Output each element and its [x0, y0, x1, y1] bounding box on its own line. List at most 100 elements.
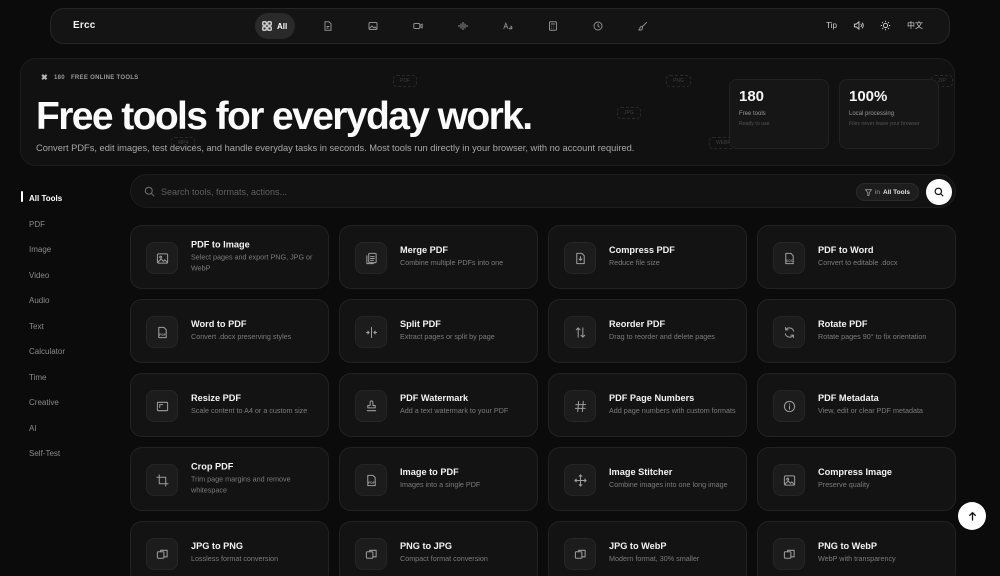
sidebar-item-text[interactable]: Text	[20, 314, 110, 340]
sidebar-item-all-tools[interactable]: All Tools	[20, 186, 110, 212]
tool-card[interactable]: Split PDF Extract pages or split by page	[339, 299, 538, 363]
filter-value: All Tools	[883, 188, 910, 196]
stat-note: Ready to use	[739, 121, 770, 127]
sidebar-item-image[interactable]: Image	[20, 237, 110, 263]
sidebar-item-creative[interactable]: Creative	[20, 390, 110, 416]
tool-card[interactable]: PDF Page Numbers Add page numbers with cu…	[548, 373, 747, 437]
language-toggle[interactable]: 中文	[907, 20, 923, 31]
sound-icon[interactable]	[853, 20, 864, 31]
stat-number: 180	[739, 88, 765, 105]
tool-card[interactable]: PDF to Image Select pages and export PNG,…	[130, 225, 329, 289]
nav-image[interactable]	[360, 13, 386, 39]
tool-description: Images into a single PDF	[400, 480, 481, 490]
tool-card[interactable]: Reorder PDF Drag to reorder and delete pa…	[548, 299, 747, 363]
sidebar-item-pdf[interactable]: PDF	[20, 212, 110, 238]
nav-all[interactable]: All	[255, 13, 296, 39]
theme-sun-icon[interactable]	[880, 20, 891, 31]
sidebar-item-ai[interactable]: AI	[20, 416, 110, 442]
tool-text: Crop PDF Trim page margins and remove whi…	[191, 462, 318, 497]
tool-description: Preserve quality	[818, 480, 870, 490]
scroll-to-top-button[interactable]	[958, 502, 986, 530]
nav-calculator[interactable]	[540, 13, 566, 39]
tool-card[interactable]: PNG to WebP WebP with transparency	[757, 521, 956, 576]
arrow-up-icon	[968, 511, 976, 521]
tool-card[interactable]: PDF Word to PDF Convert .docx preserving s…	[130, 299, 329, 363]
sidebar-item-calculator[interactable]: Calculator	[20, 339, 110, 365]
tool-card[interactable]: PNG to JPG Compact format conversion	[339, 521, 538, 576]
tool-name: Merge PDF	[400, 245, 448, 256]
tool-name: PNG to JPG	[400, 541, 453, 552]
tool-icon-box	[564, 464, 596, 496]
hero-banner: PDF PNG JPG WEBP ZIP MP4 ✖ 180 FREE ONLI…	[20, 58, 955, 166]
sidebar-item-time[interactable]: Time	[20, 365, 110, 391]
hero-title: Free tools for everyday work.	[36, 95, 533, 138]
tools-x-icon: ✖	[41, 73, 49, 82]
tool-description: Drag to reorder and delete pages	[609, 332, 715, 342]
stat-number: 100%	[849, 88, 888, 105]
tool-card[interactable]: PDF Metadata View, edit or clear PDF meta…	[757, 373, 956, 437]
tool-icon-box: PDF	[146, 316, 178, 348]
tool-icon-box: DOC	[773, 242, 805, 274]
tool-description: Combine images into one long image	[609, 480, 728, 490]
time-icon	[593, 21, 603, 31]
tool-name: Resize PDF	[191, 393, 242, 404]
tool-icon-box: PDF	[355, 464, 387, 496]
tool-card[interactable]: Image Stitcher Combine images into one lo…	[548, 447, 747, 511]
tool-name: Image to PDF	[400, 467, 459, 478]
hash-icon	[574, 400, 586, 412]
tip-button[interactable]: Tip	[826, 21, 837, 30]
search-button[interactable]	[926, 179, 952, 205]
nav-creative[interactable]	[630, 13, 656, 39]
kicker-count: 180	[54, 74, 65, 81]
top-nav: Ercc All Tip 中文	[50, 8, 950, 44]
tool-card[interactable]: DOC PDF to Word Convert to editable .docx	[757, 225, 956, 289]
tool-description: Add page numbers with custom formats	[609, 406, 736, 416]
nav-pdf[interactable]	[315, 13, 341, 39]
tool-card[interactable]: Resize PDF Scale content to A4 or a custo…	[130, 373, 329, 437]
tool-name: JPG to WebP	[609, 541, 667, 552]
tool-text: PNG to WebP WebP with transparency	[818, 541, 945, 565]
calculator-icon	[549, 21, 558, 31]
tool-text: PDF to Word Convert to editable .docx	[818, 245, 945, 269]
tool-description: Rotate pages 90° to fix orientation	[818, 332, 927, 342]
grid-icon	[262, 21, 272, 31]
tool-name: Word to PDF	[191, 319, 247, 330]
sidebar-item-self-test[interactable]: Self-Test	[20, 441, 110, 467]
tool-card[interactable]: PDF Image to PDF Images into a single PDF	[339, 447, 538, 511]
tool-name: Crop PDF	[191, 461, 234, 472]
tool-card[interactable]: JPG to PNG Lossless format conversion	[130, 521, 329, 576]
tool-text: Reorder PDF Drag to reorder and delete pa…	[609, 319, 736, 343]
category-nav: All	[255, 13, 675, 39]
tool-card[interactable]: JPG to WebP Modern format, 30% smaller	[548, 521, 747, 576]
search-input[interactable]	[161, 183, 661, 201]
svg-text:PDF: PDF	[159, 332, 165, 336]
pdf-file-icon: PDF	[366, 474, 376, 486]
tool-card[interactable]: PDF Watermark Add a text watermark to you…	[339, 373, 538, 437]
tool-name: PDF Page Numbers	[609, 393, 695, 404]
nav-video[interactable]	[405, 13, 431, 39]
nav-audio[interactable]	[450, 13, 476, 39]
tool-text: JPG to PNG Lossless format conversion	[191, 541, 318, 565]
tool-text: Image Stitcher Combine images into one lo…	[609, 467, 736, 491]
tool-grid: PDF to Image Select pages and export PNG,…	[130, 225, 956, 576]
tool-description: Add a text watermark to your PDF	[400, 406, 509, 416]
tool-icon-box	[773, 390, 805, 422]
creative-icon	[638, 21, 648, 31]
search-scope-filter[interactable]: in All Tools	[855, 183, 919, 201]
tool-description: Lossless format conversion	[191, 554, 279, 564]
tool-card[interactable]: Merge PDF Combine multiple PDFs into one	[339, 225, 538, 289]
tool-card[interactable]: Rotate PDF Rotate pages 90° to fix orient…	[757, 299, 956, 363]
tool-card[interactable]: Compress PDF Reduce file size	[548, 225, 747, 289]
tool-card[interactable]: Crop PDF Trim page margins and remove whi…	[130, 447, 329, 511]
nav-time[interactable]	[585, 13, 611, 39]
nav-text[interactable]	[495, 13, 521, 39]
tool-card[interactable]: Compress Image Preserve quality	[757, 447, 956, 511]
tool-text: PNG to JPG Compact format conversion	[400, 541, 527, 565]
stamp-icon	[366, 399, 376, 411]
brand-logo[interactable]: Ercc	[73, 20, 96, 31]
sidebar-item-audio[interactable]: Audio	[20, 288, 110, 314]
sidebar-item-video[interactable]: Video	[20, 263, 110, 289]
tool-name: PDF to Word	[818, 245, 874, 256]
tool-icon-box	[773, 538, 805, 570]
pdf-icon	[324, 21, 332, 31]
